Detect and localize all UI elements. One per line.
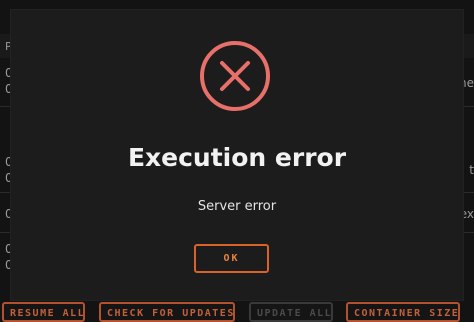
update-all-button: UPDATE ALL (249, 302, 333, 322)
container-size-button[interactable]: CONTAINER SIZE (346, 302, 460, 322)
check-for-updates-button[interactable]: CHECK FOR UPDATES (99, 302, 235, 322)
error-x-circle-icon (200, 41, 270, 111)
resume-all-button[interactable]: RESUME ALL (2, 302, 85, 322)
ok-button[interactable]: OK (194, 244, 269, 273)
dialog-title: Execution error (127, 143, 347, 172)
dialog-message: Server error (197, 199, 277, 214)
background-toolbar: RESUME ALL CHECK FOR UPDATES UPDATE ALL … (0, 300, 474, 322)
